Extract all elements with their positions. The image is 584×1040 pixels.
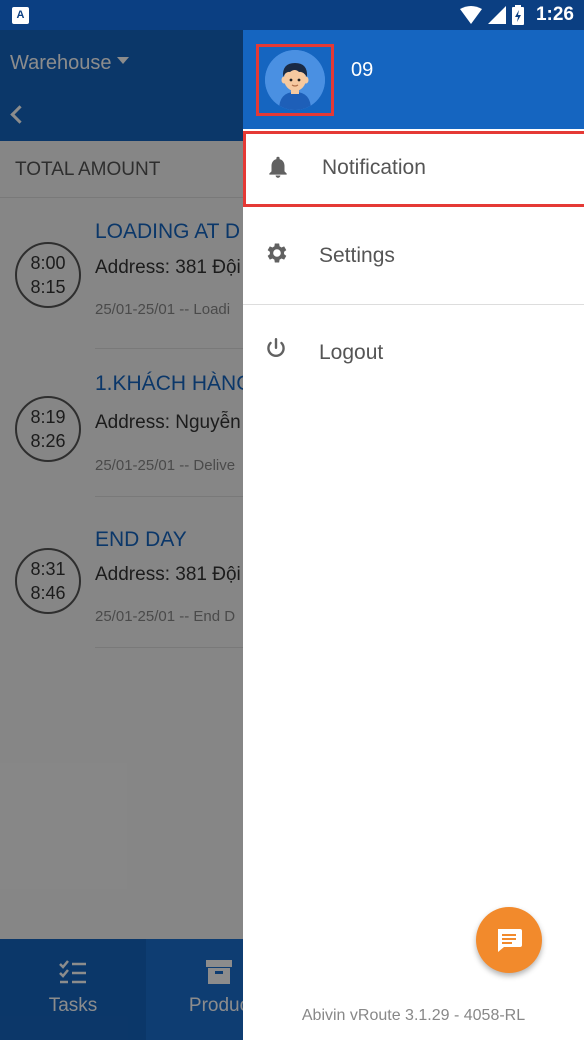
username: 09 — [351, 59, 374, 81]
status-bar: A 1:26 — [0, 0, 584, 30]
cell-signal-icon — [487, 6, 506, 24]
battery-icon — [511, 5, 524, 25]
menu-label-settings: Settings — [319, 244, 395, 267]
menu-divider — [243, 304, 584, 305]
app-notification-icon: A — [12, 7, 29, 24]
menu-label-logout: Logout — [319, 341, 384, 364]
avatar-highlight-box[interactable] — [256, 44, 334, 116]
bell-icon — [269, 156, 287, 178]
wifi-icon — [459, 6, 482, 24]
menu-label-notification: Notification — [322, 156, 426, 179]
clock-time: 1:26 — [535, 4, 574, 25]
power-icon — [267, 337, 285, 358]
gear-icon — [267, 243, 287, 263]
navigation-drawer: 09 Notification Settings Logout Abivin v… — [243, 30, 584, 1040]
menu-item-logout[interactable]: Logout — [243, 315, 584, 391]
chat-icon — [498, 929, 522, 952]
chat-fab[interactable] — [476, 907, 542, 973]
user-avatar-icon — [265, 50, 325, 110]
menu-item-notification[interactable]: Notification — [243, 131, 584, 207]
avatar[interactable] — [265, 50, 325, 110]
menu-item-settings[interactable]: Settings — [243, 218, 584, 294]
drawer-header: 09 — [243, 30, 584, 129]
app-version: Abivin vRoute 3.1.29 - 4058-RL — [301, 1007, 526, 1024]
